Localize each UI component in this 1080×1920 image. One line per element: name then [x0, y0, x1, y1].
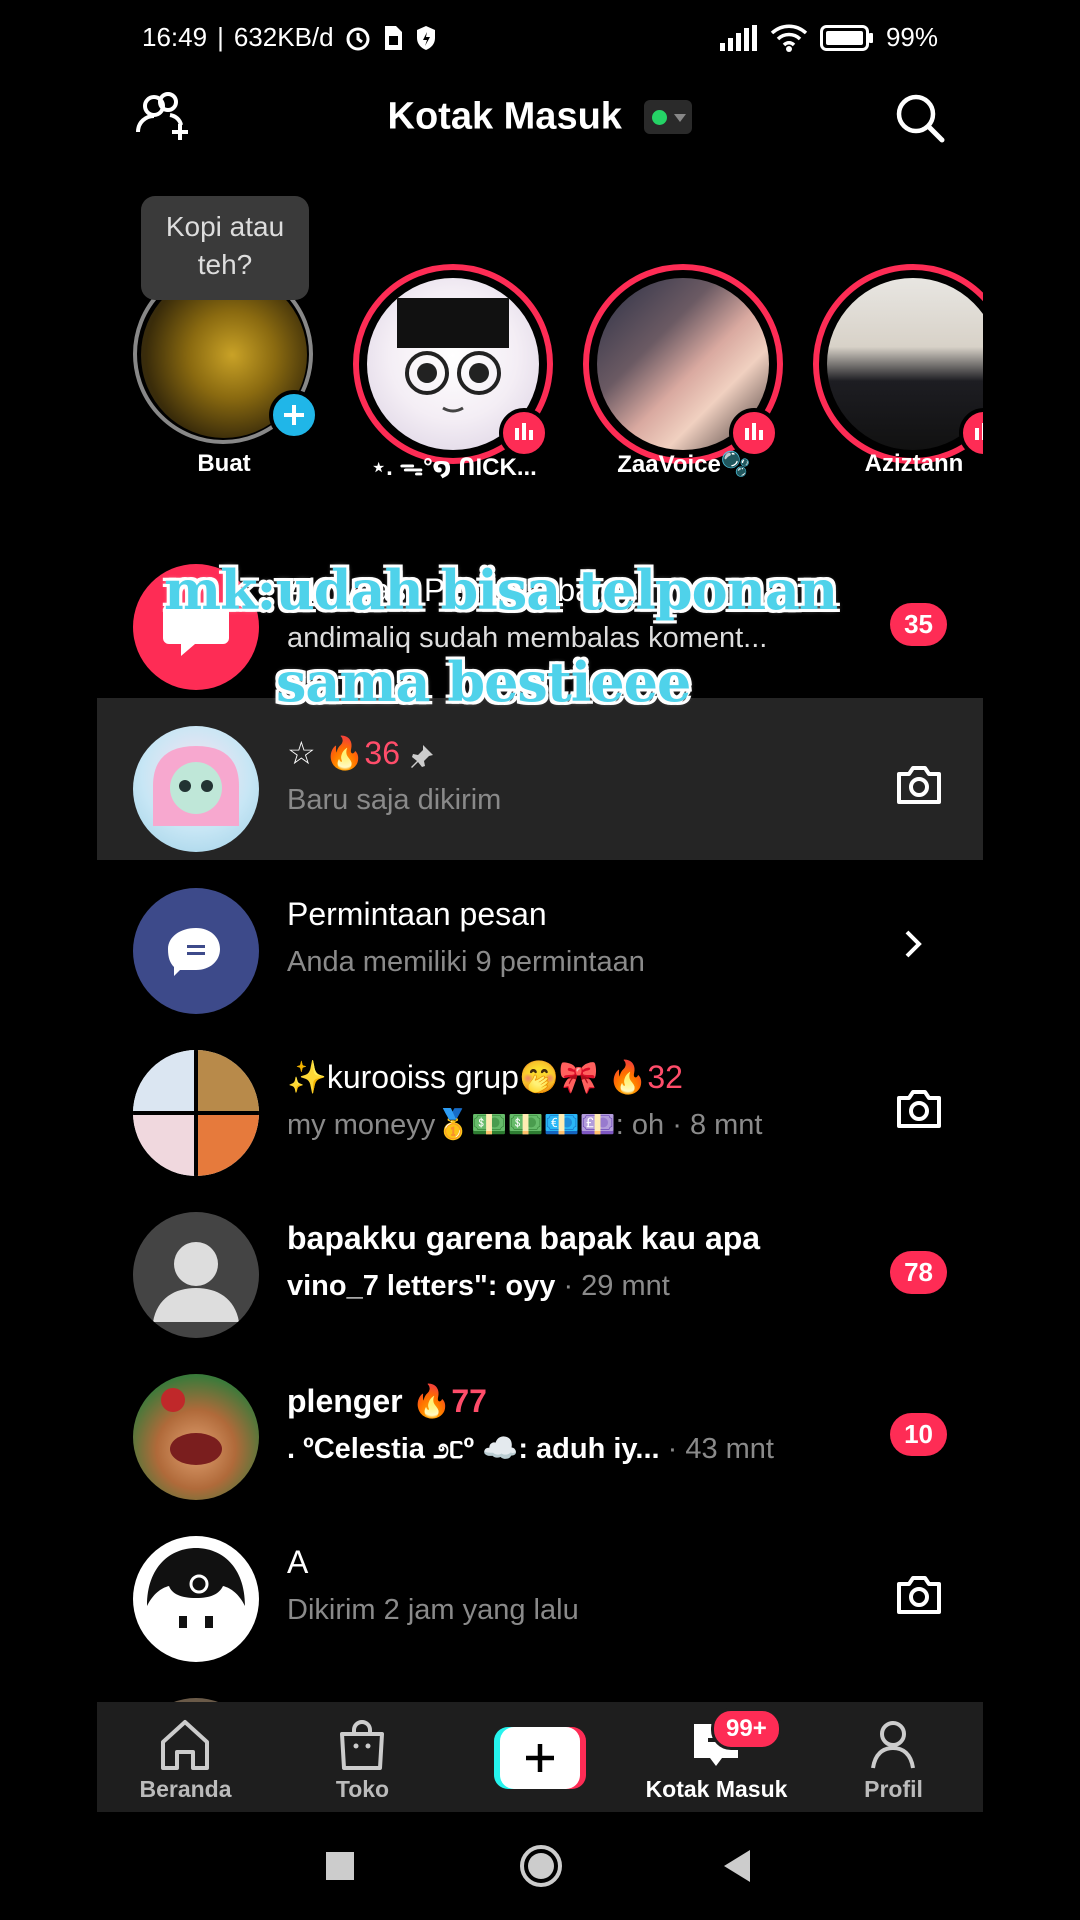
message-requests-row[interactable]: Permintaan pesan Anda memiliki 9 permint… [97, 860, 983, 1022]
sim-icon [384, 25, 402, 50]
chat-row[interactable]: ✨kurooiss grup🤭🎀 🔥32 my moneyy🥇💵💵💶💷: oh … [97, 1022, 983, 1184]
tab-label: Kotak Masuk [645, 1776, 788, 1802]
inbox-screen: Kotak Masuk Buat Kopi atau teh? ⋆. ᯓ°໑ Ո… [97, 78, 983, 1813]
shield-icon [416, 25, 435, 50]
chat-icon [168, 928, 220, 976]
home-icon [161, 1720, 209, 1770]
story-item[interactable]: ZaaVoice🫧 [579, 228, 789, 488]
stories-row: Buat Kopi atau teh? ⋆. ᯓ°໑ ՈIСK... ZaaVo… [97, 78, 983, 481]
profile-icon [871, 1721, 915, 1769]
tab-home[interactable]: Beranda [97, 1702, 274, 1812]
avatar [133, 1536, 259, 1662]
tab-label: Beranda [139, 1776, 232, 1802]
unread-badge: 78 [890, 1251, 947, 1294]
chat-row[interactable]: bapakku garena bapak kau apa vino_7 lett… [97, 1184, 983, 1346]
chat-row[interactable]: ☆ 🔥36 Baru saja dikirim [97, 698, 983, 860]
row-subtitle: Baru saja dikirim [287, 784, 502, 816]
tab-shop[interactable]: Toko [274, 1702, 451, 1812]
tab-profile[interactable]: Profil [805, 1702, 982, 1812]
status-time: 16:49 [142, 22, 208, 52]
story-name: ZaaVoice🫧 [617, 451, 751, 478]
tab-label: Profil [864, 1776, 923, 1802]
status-net-speed: 632KB/d [233, 22, 334, 52]
unread-badge: 35 [890, 603, 947, 646]
home-nav-icon[interactable] [517, 1842, 565, 1890]
story-name: ⋆. ᯓ°໑ ՈIСK... [371, 454, 537, 481]
shopping-bag-icon [340, 1720, 384, 1770]
system-nav-bar [0, 1812, 1080, 1920]
row-title: ✨kurooiss grup🤭🎀 [287, 1059, 599, 1095]
row-subtitle: Dikirim 2 jam yang lalu [287, 1594, 579, 1626]
user-icon [153, 1242, 239, 1322]
row-subtitle: my moneyy🥇💵💵💶💷: oh · 8 mnt [287, 1109, 763, 1141]
unread-badge: 10 [890, 1413, 947, 1456]
camera-icon[interactable] [891, 1566, 947, 1622]
caption-overlay-line2: sama bestieee [276, 650, 691, 714]
chevron-right-icon [905, 930, 922, 958]
battery-percent: 99% [885, 22, 938, 52]
streak-count: 36 [364, 735, 401, 771]
row-title: plenger [287, 1383, 403, 1419]
add-story-icon[interactable] [269, 390, 319, 440]
wifi-icon [770, 24, 808, 52]
row-last-message: vino_7 letters": oyy [287, 1270, 556, 1302]
back-icon[interactable] [718, 1846, 758, 1886]
pin-icon [410, 744, 433, 768]
chat-row[interactable]: A Dikirim 2 jam yang lalu [97, 1508, 983, 1670]
inbox-badge: 99+ [711, 1708, 782, 1750]
signal-icon [719, 24, 757, 51]
row-last-message: . ºCelestia ೨ᥴº ☁️: aduh iy... [287, 1433, 660, 1465]
status-bar: 16:49 | 632KB/d 99% [142, 22, 938, 52]
avatar [133, 1374, 259, 1500]
requests-avatar [133, 888, 259, 1014]
bottom-tab-bar: Beranda Toko Kotak Masuk 99+ Profil [97, 1702, 983, 1812]
caption-overlay-line1: mk:udah bisa telponan [164, 558, 838, 622]
row-title: A [287, 1544, 309, 1580]
recents-icon[interactable] [320, 1846, 360, 1886]
row-star: ☆ [287, 735, 316, 771]
row-title: Permintaan pesan [287, 896, 547, 932]
story-item[interactable]: Aziztann [809, 228, 983, 488]
avatar [133, 726, 259, 852]
row-time: · 29 mnt [555, 1270, 670, 1302]
streak-count: 77 [451, 1383, 487, 1419]
group-avatar [133, 1050, 259, 1176]
story-item[interactable]: ⋆. ᯓ°໑ ՈIСK... [349, 228, 559, 488]
battery-icon [819, 24, 873, 51]
row-time: · 43 mnt [659, 1433, 774, 1465]
alarm-icon [346, 27, 370, 50]
story-tooltip: Kopi atau teh? [141, 196, 309, 300]
row-title: bapakku garena bapak kau apa [287, 1220, 761, 1256]
streak-count: 32 [647, 1059, 683, 1095]
create-post-button[interactable] [494, 1727, 586, 1789]
row-subtitle: Anda memiliki 9 permintaan [287, 946, 645, 978]
story-name: Aziztann [864, 450, 964, 477]
chat-row[interactable]: plenger 🔥77 . ºCelestia ೨ᥴº ☁️: aduh iy.… [97, 1346, 983, 1508]
camera-icon[interactable] [891, 756, 947, 812]
tab-label: Toko [335, 1776, 390, 1802]
default-avatar [133, 1212, 259, 1338]
story-create[interactable]: Buat Kopi atau teh? [119, 196, 329, 488]
camera-icon[interactable] [891, 1080, 947, 1136]
story-name: Buat [197, 450, 251, 477]
